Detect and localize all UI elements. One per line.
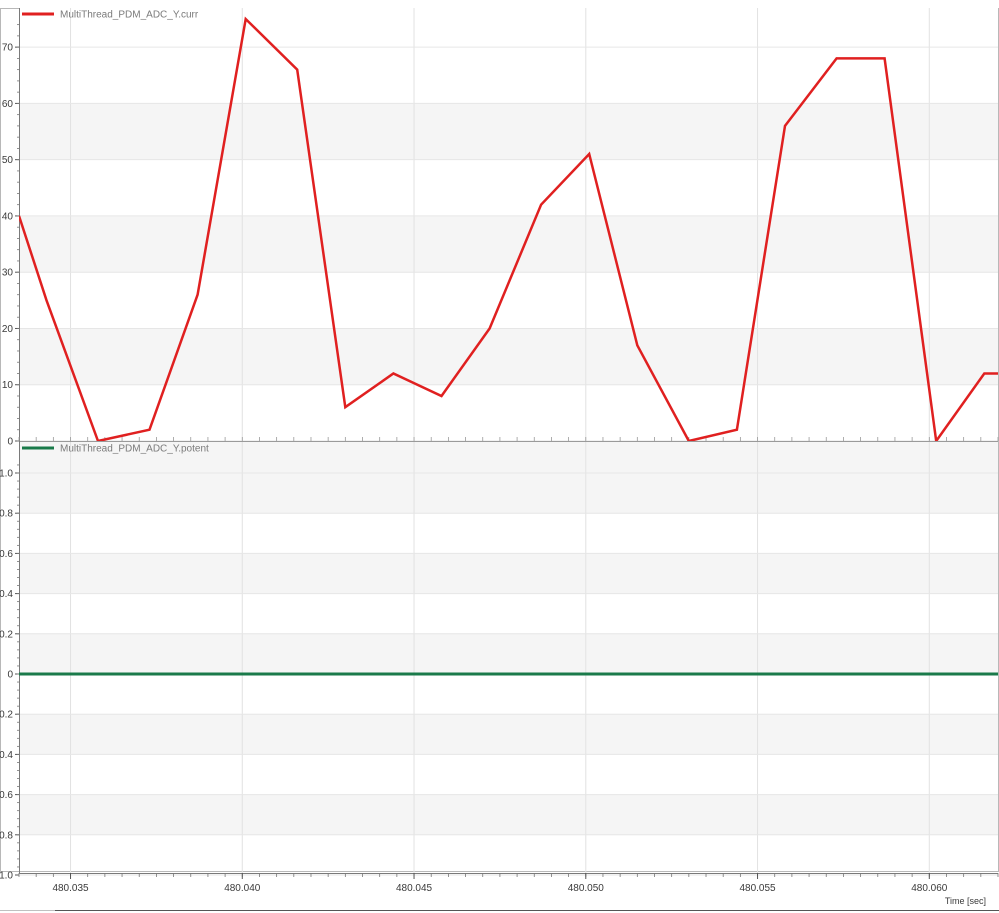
y-tick-label: 0 bbox=[7, 670, 13, 681]
y-tick-label: 40 bbox=[2, 211, 14, 222]
grid-band bbox=[19, 794, 998, 835]
legend-label-potent: MultiThread_PDM_ADC_Y.potent bbox=[60, 444, 209, 455]
y-tick-label: 1.0 bbox=[0, 871, 13, 882]
x-tick-label: 480.040 bbox=[224, 883, 261, 894]
legend-label-curr: MultiThread_PDM_ADC_Y.curr bbox=[60, 10, 199, 21]
grid-band bbox=[19, 215, 998, 273]
y-tick-label: 70 bbox=[2, 43, 14, 54]
y-tick-label: 0.2 bbox=[0, 629, 13, 640]
grid-band bbox=[19, 103, 998, 160]
y-tick-label: 50 bbox=[2, 155, 14, 166]
y-tick-label: 0.4 bbox=[0, 589, 13, 600]
y-tick-label: 0 bbox=[7, 437, 13, 448]
chart-canvas: 0 10 20 30 40 50 60 70 1.0 0.8 0.6 0.4 0.2 0 0.2 0.4 0.6… bbox=[0, 8, 999, 911]
grid-band bbox=[19, 473, 998, 514]
y-tick-label: 0.2 bbox=[0, 710, 13, 721]
y-tick-label: 0.8 bbox=[0, 509, 13, 520]
y-tick-label: 0.8 bbox=[0, 830, 13, 841]
y-tick-label: 0.6 bbox=[0, 549, 13, 560]
y-tick-label: 20 bbox=[2, 324, 14, 335]
y-tick-label: 0.6 bbox=[0, 790, 13, 801]
grid-band bbox=[19, 328, 998, 385]
y-tick-label: 30 bbox=[2, 268, 14, 279]
x-tick-label: 480.060 bbox=[911, 883, 948, 894]
x-tick-label: 480.055 bbox=[739, 883, 776, 894]
y-tick-label: 1.0 bbox=[0, 469, 13, 480]
x-tick-label: 480.035 bbox=[52, 883, 89, 894]
y-tick-label: 0.4 bbox=[0, 750, 13, 761]
x-axis-label: Time [sec] bbox=[945, 896, 986, 906]
grid-band bbox=[19, 714, 998, 755]
x-tick-label: 480.045 bbox=[396, 883, 433, 894]
y-tick-label: 60 bbox=[2, 99, 14, 110]
y-tick-label: 10 bbox=[2, 380, 14, 391]
grid-band bbox=[19, 633, 998, 674]
x-tick-label: 480.050 bbox=[568, 883, 605, 894]
grid-band bbox=[19, 553, 998, 594]
